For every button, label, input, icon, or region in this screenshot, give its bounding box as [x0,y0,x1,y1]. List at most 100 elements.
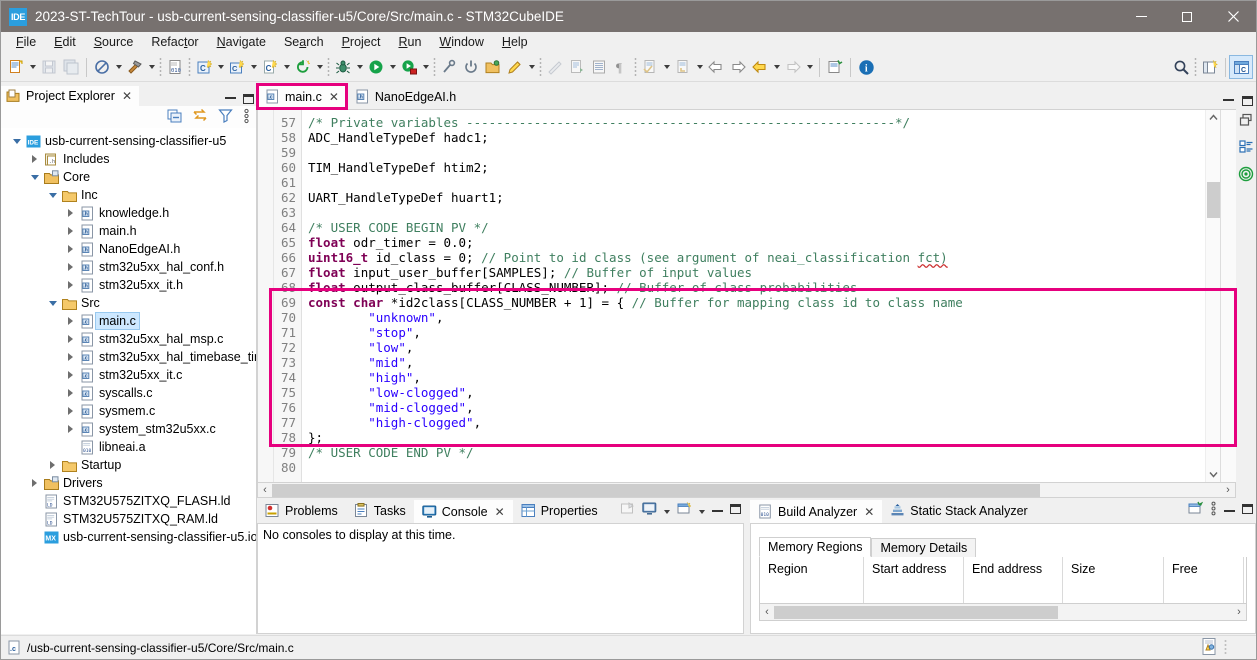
open-folder-icon[interactable] [482,56,504,78]
chevron-down-icon[interactable] [45,300,60,306]
tree-item-stm32u5xx-hal-msp-c[interactable]: .c stm32u5xx_hal_msp.c [1,330,256,348]
back-history-icon[interactable] [672,56,694,78]
new-file-dropdown[interactable] [27,56,38,78]
column-header-end-address[interactable]: End address [964,557,1063,603]
tree-item-main-c[interactable]: .c main.c [1,312,256,330]
tree-item-stm32u5xx-hal-conf-h[interactable]: .h stm32u5xx_hal_conf.h [1,258,256,276]
display-console-icon[interactable] [642,501,657,519]
outline-icon[interactable] [1238,139,1254,157]
new-c-file-dropdown[interactable] [281,56,292,78]
chevron-right-icon[interactable] [63,227,78,235]
tree-item-stm32u5xx-it-c[interactable]: .c stm32u5xx_it.c [1,366,256,384]
scroll-right-icon[interactable]: › [1232,606,1246,618]
no-build-icon[interactable] [91,56,113,78]
editor-vertical-scrollbar[interactable] [1205,110,1220,482]
chevron-right-icon[interactable] [63,425,78,433]
close-icon[interactable]: ✕ [864,505,874,519]
chevron-right-icon[interactable] [63,407,78,415]
maximize-button[interactable] [1242,96,1253,106]
scroll-up-icon[interactable] [1206,110,1221,125]
console-tab-console[interactable]: Console ✕ [413,498,513,523]
last-edit-icon[interactable] [639,56,661,78]
column-header-free[interactable]: Free [1164,557,1244,603]
link-icon[interactable] [438,56,460,78]
column-header-size[interactable]: Size [1063,557,1164,603]
maximize-button[interactable] [1164,1,1210,32]
project-tree[interactable]: IDE usb-current-sensing-classifier-u5 .h In… [1,128,256,634]
menu-run[interactable]: Run [389,33,430,51]
chevron-right-icon[interactable] [63,245,78,253]
chevron-right-icon[interactable] [63,353,78,361]
scroll-left-icon[interactable]: ‹ [760,606,774,618]
tree-item-sysmem-c[interactable]: .c sysmem.c [1,402,256,420]
memory-tab-memory-details[interactable]: Memory Details [871,538,977,557]
run-dropdown[interactable] [387,56,398,78]
chevron-down-icon[interactable] [45,192,60,198]
scroll-down-icon[interactable] [1206,467,1221,482]
run-config-icon[interactable] [398,56,420,78]
new-window-icon[interactable] [824,56,846,78]
tree-item-stm32u575zitxq-flash-ld[interactable]: LD STM32U575ZITXQ_FLASH.ld [1,492,256,510]
h-scroll-thumb[interactable] [272,483,1040,497]
menu-source[interactable]: Source [85,33,143,51]
refresh-green-icon[interactable] [292,56,314,78]
chevron-right-icon[interactable] [63,281,78,289]
chevron-right-icon[interactable] [27,479,42,487]
search-magnifier-icon[interactable] [1170,56,1192,78]
new-perspective-icon[interactable] [1199,56,1221,78]
tree-item-stm32u575zitxq-ram-ld[interactable]: LD STM32U575ZITXQ_RAM.ld [1,510,256,528]
display-console-dropdown[interactable] [664,503,670,517]
info-icon[interactable]: i [855,56,877,78]
tree-item-main-h[interactable]: .h main.h [1,222,256,240]
chevron-right-icon[interactable] [63,263,78,271]
h-scroll-thumb[interactable] [774,605,1058,619]
chevron-right-icon[interactable] [63,389,78,397]
editor-tab-main-c[interactable]: .c main.c ✕ [256,83,348,110]
chevron-down-icon[interactable] [9,138,24,144]
scroll-left-icon[interactable]: ‹ [258,484,272,496]
tree-item-nanoedgeai-h[interactable]: .h NanoEdgeAI.h [1,240,256,258]
tree-item-knowledge-h[interactable]: .h knowledge.h [1,204,256,222]
debug-bug-icon[interactable] [332,56,354,78]
new-c-project-dropdown[interactable] [215,56,226,78]
tree-item-startup[interactable]: Startup [1,456,256,474]
debug-dropdown[interactable] [354,56,365,78]
build-analyzer-tab-static-stack-analyzer[interactable]: Static Stack Analyzer [882,498,1035,523]
run-green-icon[interactable] [365,56,387,78]
tree-item-includes[interactable]: .h Includes [1,150,256,168]
menu-help[interactable]: Help [493,33,537,51]
new-c-project-icon[interactable]: C [193,56,215,78]
minimize-button[interactable] [1223,99,1234,103]
tree-item-system-stm32u5xx-c[interactable]: .c system_stm32u5xx.c [1,420,256,438]
tree-item-inc[interactable]: Inc [1,186,256,204]
tree-item-libneai-a[interactable]: 010 libneai.a [1,438,256,456]
binary-010-icon[interactable]: 010 [164,56,186,78]
code-editor[interactable]: 57 58 59 60 61 62 63 64 65 66 67 68 69 70 71 72 73 74 75 76… [257,109,1237,483]
tree-item-src[interactable]: Src [1,294,256,312]
forward-right-icon[interactable] [727,56,749,78]
back-left-icon[interactable] [705,56,727,78]
menu-search[interactable]: Search [275,33,333,51]
back-dropdown[interactable] [771,56,782,78]
column-header-region[interactable]: Region [760,557,864,603]
minimize-button[interactable] [712,503,723,517]
tree-item-stm32u5xx-it-h[interactable]: .h stm32u5xx_it.h [1,276,256,294]
link-to-build-icon[interactable] [1188,501,1204,519]
chevron-right-icon[interactable] [63,317,78,325]
open-console-dropdown[interactable] [699,503,705,517]
memory-tab-memory-regions[interactable]: Memory Regions [759,537,872,557]
close-icon[interactable]: ✕ [495,505,505,519]
power-icon[interactable] [460,56,482,78]
back-history-dropdown[interactable] [694,56,705,78]
chevron-down-icon[interactable] [27,174,42,180]
restore-icon[interactable] [1239,113,1253,130]
last-edit-dropdown[interactable] [661,56,672,78]
minimize-button[interactable] [225,97,236,101]
forward-dropdown[interactable] [804,56,815,78]
tab-project-explorer[interactable]: Project Explorer ✕ [1,84,139,106]
build-hammer-icon[interactable] [124,56,146,78]
pencil-icon[interactable] [504,56,526,78]
console-tab-tasks[interactable]: Tasks [346,498,414,523]
menu-project[interactable]: Project [333,33,390,51]
chevron-right-icon[interactable] [63,371,78,379]
